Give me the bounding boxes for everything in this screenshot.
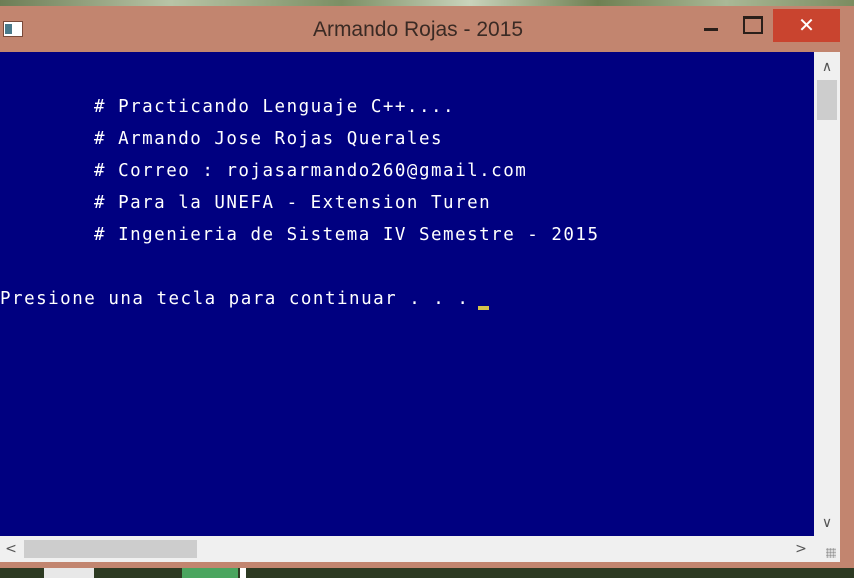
taskbar-item [240, 568, 246, 578]
scroll-down-arrow-icon[interactable]: ∨ [814, 510, 840, 536]
taskbar-item [44, 568, 94, 578]
console-window: Armando Rojas - 2015 ✕ # Practicando Len… [0, 6, 854, 568]
close-button[interactable]: ✕ [773, 9, 840, 42]
vertical-scroll-thumb[interactable] [817, 80, 837, 120]
minimize-button[interactable] [696, 12, 726, 36]
resize-grip-icon[interactable] [814, 536, 840, 562]
scroll-right-arrow-icon[interactable]: > [790, 536, 812, 562]
title-bar[interactable]: Armando Rojas - 2015 ✕ [0, 6, 854, 52]
scroll-up-arrow-icon[interactable]: ∧ [814, 54, 840, 80]
maximize-button[interactable] [736, 12, 766, 36]
console-line: # Ingenieria de Sistema IV Semestre - 20… [94, 225, 600, 245]
horizontal-scrollbar[interactable]: < > [0, 536, 814, 562]
console-line: # Correo : rojasarmando260@gmail.com [94, 161, 528, 181]
console-line: # Para la UNEFA - Extension Turen [94, 193, 492, 213]
console-line: # Armando Jose Rojas Querales [94, 129, 444, 149]
console-client-area: # Practicando Lenguaje C++.... # Armando… [0, 52, 840, 562]
console-output[interactable]: # Practicando Lenguaje C++.... # Armando… [0, 52, 814, 536]
desktop-background-bottom [0, 568, 854, 578]
taskbar-item [182, 568, 238, 578]
continue-prompt: Presione una tecla para continuar . . . [0, 289, 482, 309]
vertical-scrollbar[interactable]: ∧ ∨ [814, 52, 840, 536]
close-icon: ✕ [798, 13, 815, 37]
console-line: # Practicando Lenguaje C++.... [94, 97, 456, 117]
text-cursor [478, 306, 489, 310]
horizontal-scroll-thumb[interactable] [24, 540, 197, 558]
scroll-left-arrow-icon[interactable]: < [0, 536, 22, 562]
